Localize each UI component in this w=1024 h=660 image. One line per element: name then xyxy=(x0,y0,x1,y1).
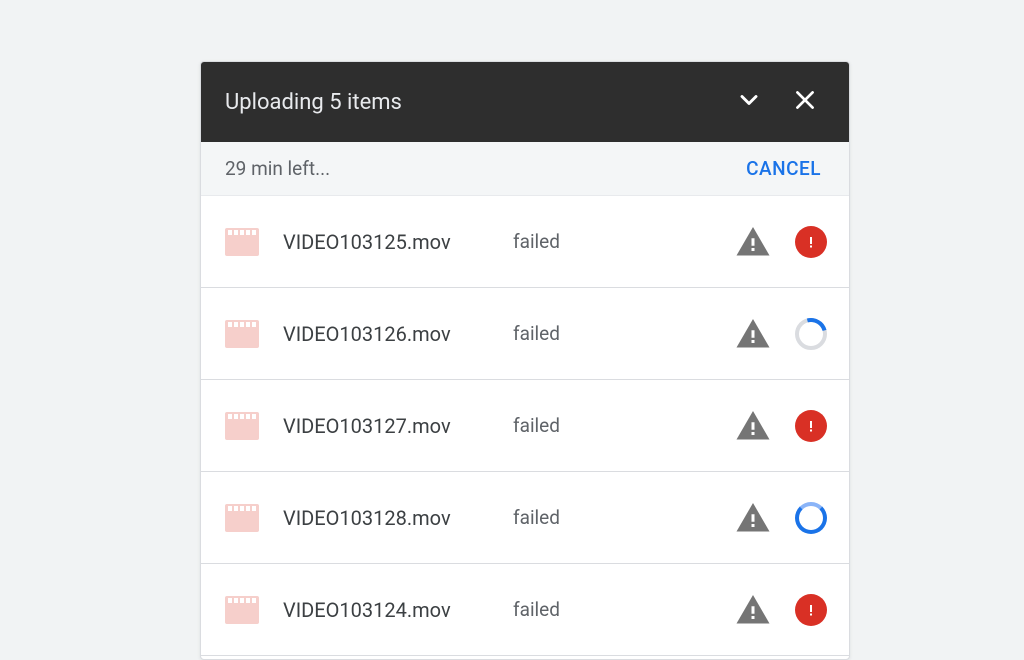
cancel-button[interactable]: CANCEL xyxy=(742,151,825,186)
file-status: failed xyxy=(513,230,735,253)
collapse-button[interactable] xyxy=(729,82,769,122)
file-status: failed xyxy=(513,506,735,529)
panel-title: Uploading 5 items xyxy=(225,90,729,115)
video-file-icon xyxy=(225,596,259,624)
panel-header: Uploading 5 items xyxy=(201,62,849,142)
upload-item: VIDEO103125.mov failed xyxy=(201,196,849,288)
warning-icon xyxy=(735,316,771,352)
error-badge-icon xyxy=(793,592,829,628)
upload-item: VIDEO103128.mov failed xyxy=(201,472,849,564)
error-badge-icon xyxy=(793,224,829,260)
progress-spinner-icon xyxy=(793,316,829,352)
upload-items-list[interactable]: VIDEO103125.mov failed VIDEO103126.mov f… xyxy=(201,196,849,659)
file-name: VIDEO103126.mov xyxy=(283,322,513,346)
upload-item: VIDEO103127.mov failed xyxy=(201,380,849,472)
warning-icon xyxy=(735,408,771,444)
time-remaining: 29 min left... xyxy=(225,157,742,180)
file-name: VIDEO103125.mov xyxy=(283,230,513,254)
video-file-icon xyxy=(225,320,259,348)
video-file-icon xyxy=(225,504,259,532)
file-name: VIDEO103127.mov xyxy=(283,414,513,438)
upload-item: VIDEO103126.mov failed xyxy=(201,288,849,380)
warning-icon xyxy=(735,500,771,536)
upload-progress-panel: Uploading 5 items 29 min left... CANCEL … xyxy=(200,61,850,660)
upload-item: VIDEO103124.mov failed xyxy=(201,564,849,656)
file-status: failed xyxy=(513,598,735,621)
list-filler xyxy=(201,656,849,659)
sub-header: 29 min left... CANCEL xyxy=(201,142,849,196)
video-file-icon xyxy=(225,228,259,256)
file-name: VIDEO103124.mov xyxy=(283,598,513,622)
video-file-icon xyxy=(225,412,259,440)
file-status: failed xyxy=(513,322,735,345)
file-name: VIDEO103128.mov xyxy=(283,506,513,530)
progress-spinner-icon xyxy=(793,500,829,536)
error-badge-icon xyxy=(793,408,829,444)
warning-icon xyxy=(735,224,771,260)
close-button[interactable] xyxy=(785,82,825,122)
close-icon xyxy=(792,87,818,117)
file-status: failed xyxy=(513,414,735,437)
chevron-down-icon xyxy=(735,86,763,118)
warning-icon xyxy=(735,592,771,628)
